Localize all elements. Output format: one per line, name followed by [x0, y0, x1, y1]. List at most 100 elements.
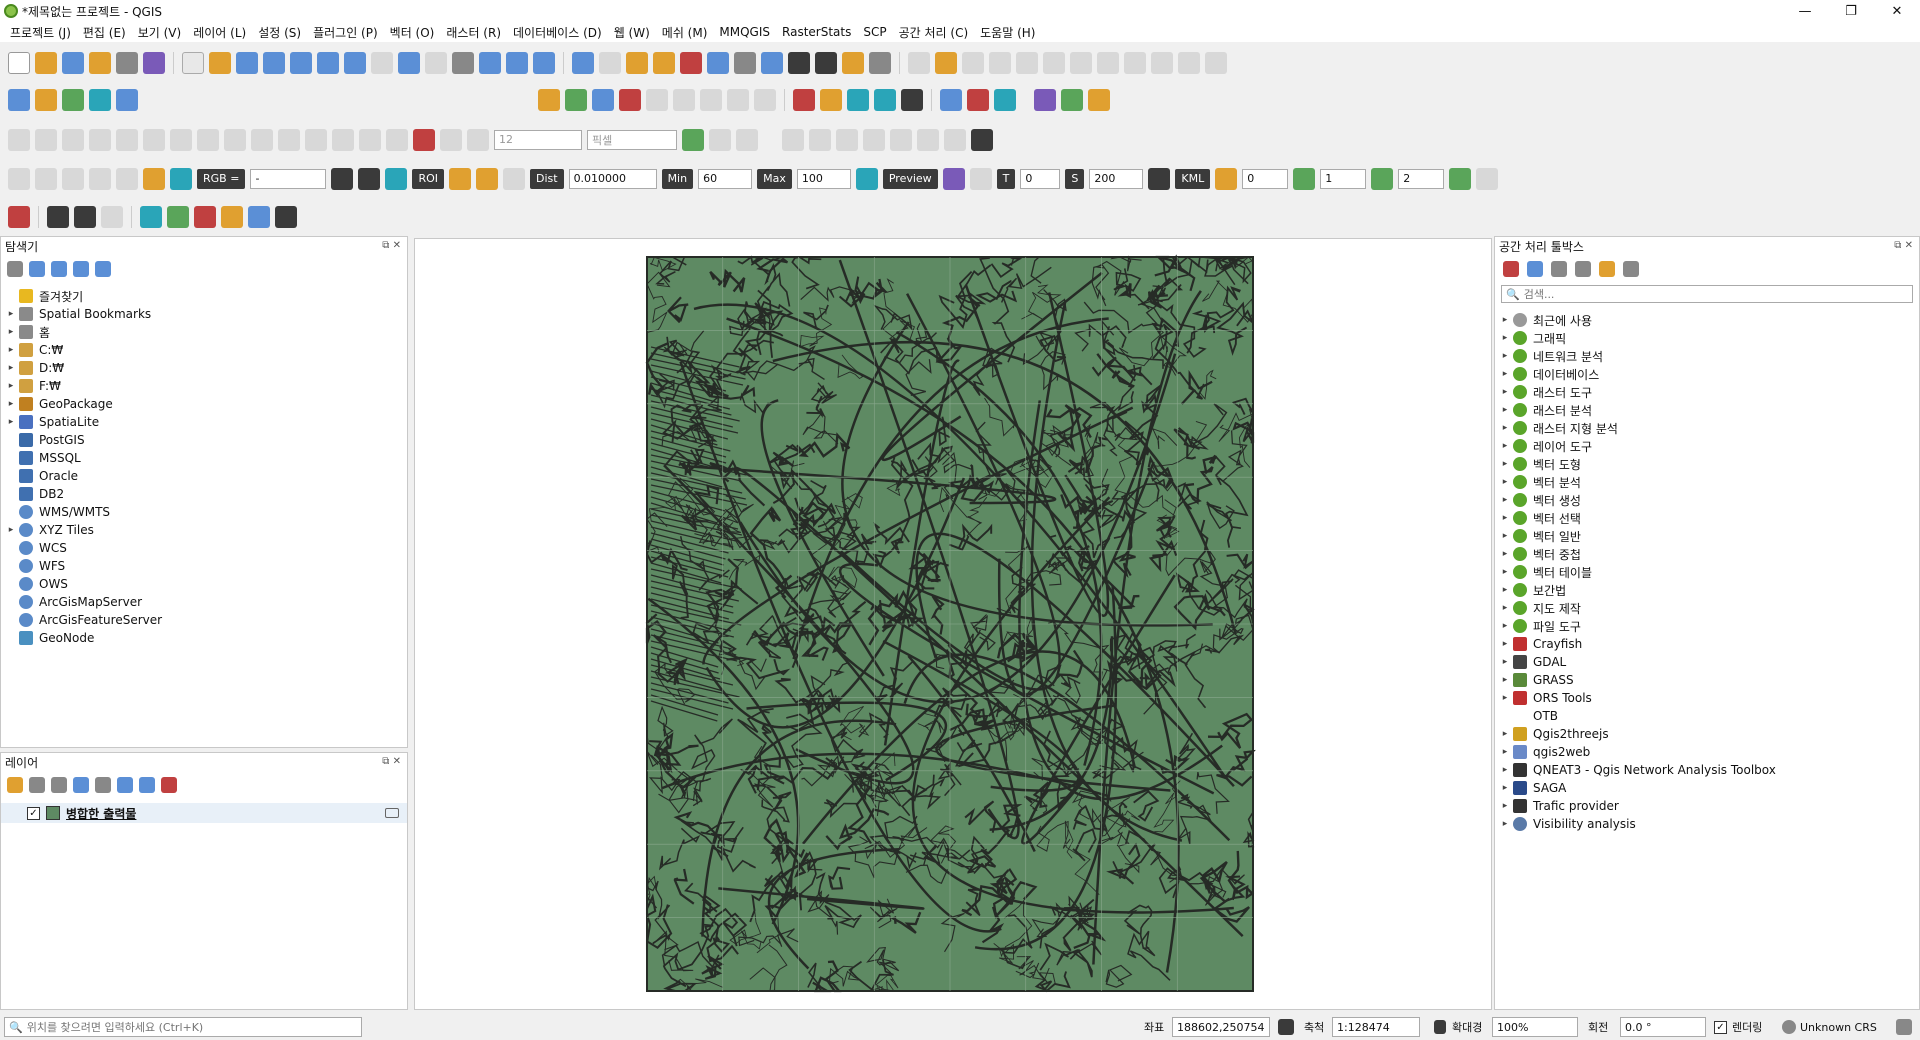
scp-roi-redo-icon[interactable] [358, 167, 381, 190]
refresh-icon[interactable] [533, 51, 555, 74]
history-icon[interactable] [1551, 261, 1567, 277]
expand-arrow-icon[interactable]: ▸ [1499, 819, 1511, 829]
browser-item[interactable]: OWS [5, 575, 162, 593]
browser-item[interactable]: WMS/WMTS [5, 503, 162, 521]
render-checkbox[interactable]: ✓ [1714, 1020, 1727, 1034]
panel-float-close-icon[interactable]: ⧉ ✕ [382, 240, 401, 251]
menu-item[interactable]: 프로젝트 (J) [4, 24, 77, 41]
scp-link-icon[interactable] [116, 167, 138, 190]
expand-arrow-icon[interactable]: ▸ [1499, 315, 1511, 325]
offset-curve-icon[interactable] [197, 128, 219, 151]
zoom-out-icon[interactable] [263, 51, 285, 74]
style-layers-icon[interactable] [7, 777, 23, 793]
mmqgis-icon[interactable] [140, 205, 162, 228]
menu-item[interactable]: RasterStats [776, 25, 857, 39]
browser-item[interactable]: ▸ XYZ Tiles [5, 521, 162, 539]
browser-item[interactable]: ▸ GeoPackage [5, 395, 162, 413]
refresh-plugin-icon[interactable] [1061, 88, 1083, 111]
toolbox-item[interactable]: ▸ 벡터 테이블 [1499, 563, 1776, 581]
scp-zoom-icon[interactable] [35, 167, 57, 190]
browser-item[interactable]: ▸ C:₩ [5, 341, 162, 359]
expand-all-icon[interactable] [117, 777, 133, 793]
toolbox-item[interactable]: ▸ 보간법 [1499, 581, 1776, 599]
grid-icon[interactable] [971, 128, 993, 151]
band-grid-icon[interactable] [1476, 167, 1499, 190]
pin-label-icon[interactable] [619, 88, 641, 111]
coordinate-field[interactable]: 188602,250754 [1172, 1017, 1270, 1037]
refresh-icon[interactable] [29, 261, 45, 277]
menu-item[interactable]: 메쉬 (M) [656, 24, 714, 41]
browser-item[interactable]: PostGIS [5, 431, 162, 449]
menu-item[interactable]: 레이어 (L) [187, 24, 252, 41]
vertex-tool-icon[interactable] [1016, 51, 1038, 74]
triangle-plugin-icon[interactable] [820, 88, 842, 111]
scp-roi-multiple-icon[interactable] [448, 167, 471, 190]
fill-ring-icon[interactable] [89, 128, 111, 151]
zoom-to-layer-icon[interactable] [344, 51, 366, 74]
menu-item[interactable]: SCP [857, 25, 892, 39]
expand-arrow-icon[interactable]: ▸ [5, 327, 17, 337]
manage-visibility-icon[interactable] [51, 777, 67, 793]
paste-features-icon[interactable] [1151, 51, 1173, 74]
scp-remove-icon[interactable] [1148, 167, 1171, 190]
expand-arrow-icon[interactable]: ▸ [1499, 585, 1511, 595]
text-annotation-icon[interactable] [869, 51, 891, 74]
expand-arrow-icon[interactable]: ▸ [1499, 747, 1511, 757]
pan-to-selection-icon[interactable] [209, 51, 231, 74]
new-project-icon[interactable] [8, 51, 30, 74]
messages-icon[interactable] [1896, 1019, 1912, 1035]
scp-roi-draw-icon[interactable] [331, 167, 354, 190]
mmqgis-building-icon[interactable] [248, 205, 270, 228]
expand-arrow-icon[interactable]: ▸ [1499, 621, 1511, 631]
expand-arrow-icon[interactable]: ▸ [5, 525, 17, 535]
pin-icon[interactable] [8, 205, 30, 228]
toolbox-item[interactable]: ▸ GDAL [1499, 653, 1776, 671]
rotation-field[interactable]: 0.0 ° [1620, 1017, 1706, 1037]
toolbox-item[interactable]: ▸ 최근에 사용 [1499, 311, 1776, 329]
magnifier-field[interactable]: 100% [1492, 1017, 1578, 1037]
toolbox-item[interactable]: ▸ 벡터 선택 [1499, 509, 1776, 527]
open-project-icon[interactable] [35, 51, 57, 74]
band-2-input[interactable]: 1 [1320, 168, 1367, 189]
select-by-value-icon[interactable] [653, 51, 675, 74]
filter-icon[interactable] [51, 261, 67, 277]
zoom-next-icon[interactable] [425, 51, 447, 74]
label-properties-icon[interactable] [754, 88, 776, 111]
simplify-icon[interactable] [305, 128, 327, 151]
toolbox-item[interactable]: ▸ 래스터 지형 분석 [1499, 419, 1776, 437]
toolbox-item[interactable]: ▸ 레이어 도구 [1499, 437, 1776, 455]
toolbox-search-input[interactable] [1523, 287, 1912, 301]
menu-item[interactable]: 공간 처리 (C) [893, 24, 975, 41]
results-viewer-icon[interactable] [1575, 261, 1591, 277]
expand-arrow-icon[interactable]: ▸ [5, 399, 17, 409]
snapping-type-icon[interactable] [467, 128, 489, 151]
menu-item[interactable]: 플러그인 (P) [307, 24, 384, 41]
mmqgis-help-icon[interactable] [275, 205, 297, 228]
expand-arrow-icon[interactable]: ▸ [5, 381, 17, 391]
show-hide-label-icon[interactable] [646, 88, 668, 111]
toolbox-item[interactable]: ▸ Crayfish [1499, 635, 1776, 653]
sun-icon[interactable] [890, 128, 912, 151]
expand-arrow-icon[interactable]: ▸ [1499, 459, 1511, 469]
trace-icon[interactable] [682, 128, 704, 151]
toolbox-item[interactable]: ▸ 지도 제작 [1499, 599, 1776, 617]
expand-arrow-icon[interactable]: ▸ [1499, 783, 1511, 793]
layer-symbol-swatch[interactable] [46, 806, 60, 820]
min-input[interactable]: 60 [698, 168, 753, 189]
crs-label[interactable]: Unknown CRS [1800, 1021, 1877, 1034]
merge-features-icon[interactable] [251, 128, 273, 151]
menu-item[interactable]: 웹 (W) [608, 24, 656, 41]
edit-features-in-place-icon[interactable] [1599, 261, 1615, 277]
scp-cloud-icon[interactable] [62, 167, 84, 190]
band-2-arrow-icon[interactable] [1371, 167, 1394, 190]
lock-icon[interactable] [1434, 1020, 1446, 1034]
band-calc-icon[interactable] [1215, 167, 1238, 190]
style-manager-icon[interactable] [143, 51, 165, 74]
map-canvas[interactable] [414, 238, 1492, 1010]
split-parts-icon[interactable] [736, 128, 758, 151]
collapse-all-icon[interactable] [73, 261, 89, 277]
toolbox-item[interactable]: OTB [1499, 707, 1776, 725]
add-feature-icon[interactable] [989, 51, 1011, 74]
expand-arrow-icon[interactable]: ▸ [5, 363, 17, 373]
zoom-in-icon[interactable] [236, 51, 258, 74]
